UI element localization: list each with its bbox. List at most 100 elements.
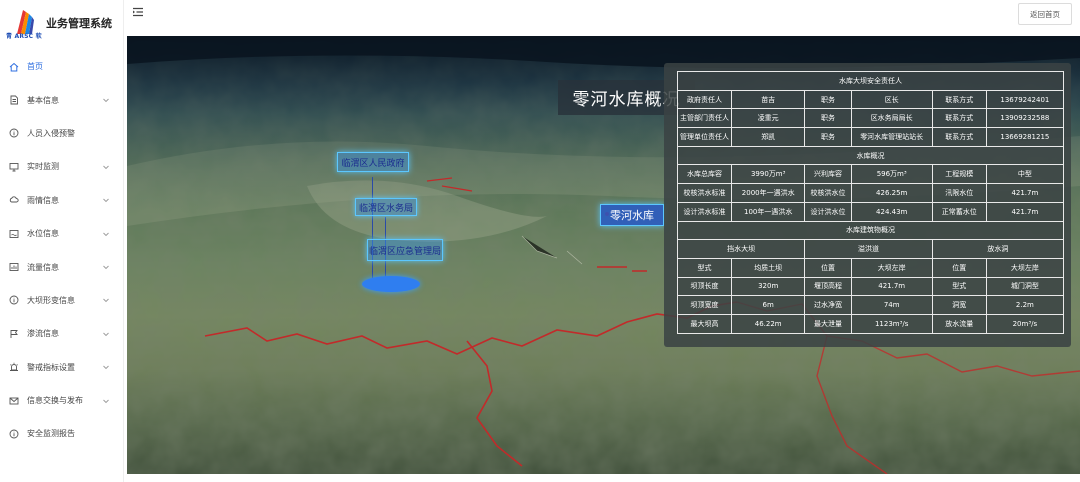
table-cell: 设计洪水位 — [804, 201, 852, 222]
table-row: 管理单位责任人 郑凯 职务 零河水库管理站站长 联系方式 13669281215 — [676, 127, 1065, 147]
map-label-reservoir[interactable]: 零河水库 — [600, 204, 664, 226]
table-cell: 426.25m — [850, 183, 933, 203]
sidebar-item-rain-info[interactable]: 雨情信息 — [0, 184, 124, 217]
table-cell: 型式 — [931, 276, 987, 297]
cloud-icon — [8, 194, 20, 206]
chevron-down-icon — [103, 299, 109, 303]
table-cell: 74m — [850, 295, 933, 315]
top-bar: 返回首页 — [124, 0, 1080, 34]
table-cell: 2.2m — [985, 295, 1065, 315]
sidebar-item-alarm-settings[interactable]: 警戒指标设置 — [0, 351, 124, 384]
sidebar-item-label: 水位信息 — [27, 229, 59, 239]
table-cell: 421.7m — [850, 276, 933, 297]
mail-icon — [8, 395, 20, 407]
table-cell: 大坝左岸 — [850, 257, 933, 278]
chevron-down-icon — [103, 165, 109, 169]
sidebar-item-seepage-info[interactable]: 渗流信息 — [0, 317, 124, 350]
sidebar-item-label: 首页 — [27, 62, 43, 72]
sidebar-item-dam-deformation[interactable]: 大坝形变信息 — [0, 284, 124, 317]
map-view[interactable]: 零河水库概况 临渭区人民政府 临渭区水务局 临渭区应急管理局 零河水库 水库大坝… — [127, 36, 1080, 474]
sidebar-item-label: 流量信息 — [27, 262, 59, 272]
monitor-icon — [8, 161, 20, 173]
table-cell: 20m³/s — [985, 313, 1065, 334]
flag-icon — [8, 328, 20, 340]
chevron-down-icon — [103, 332, 109, 336]
sidebar-item-label: 基本信息 — [27, 95, 59, 105]
table-group-header: 放水洞 — [931, 239, 1065, 259]
back-home-button[interactable]: 返回首页 — [1018, 3, 1072, 25]
chevron-down-icon — [103, 399, 109, 403]
table-cell: 46.22m — [731, 313, 806, 334]
map-bottom-margin — [127, 474, 1080, 482]
table-cell: 13909232588 — [985, 108, 1065, 129]
section-title: 水库大坝安全责任人 — [677, 71, 1064, 91]
table-row: 主管部门责任人 凌重元 职务 区水务局局长 联系方式 13909232588 — [676, 108, 1065, 129]
map-label-gov[interactable]: 临渭区人民政府 — [337, 152, 409, 172]
table-cell: 设计洪水标准 — [676, 201, 733, 222]
map-label-flood-office[interactable]: 临渭区应急管理局 — [367, 239, 443, 261]
reservoir-info-panel: 水库大坝安全责任人 政府责任人 苗吉 职务 区长 联系方式 1367924240… — [664, 63, 1071, 347]
sidebar-menu: 首页 基本信息 人员入侵预警 实时监测 雨情信息 水位信息 流量信息 大坝形变信… — [0, 50, 124, 451]
chevron-down-icon — [103, 365, 109, 370]
document-icon — [8, 94, 20, 106]
sidebar-item-label: 雨情信息 — [27, 195, 59, 205]
menu-fold-icon[interactable] — [132, 7, 144, 17]
table-group-header: 溢洪道 — [804, 239, 933, 259]
table-cell: 最大坝高 — [676, 313, 733, 334]
table-cell: 100年一遇洪水 — [731, 201, 806, 222]
sidebar-item-safety-report[interactable]: 安全监测报告 — [0, 417, 124, 450]
table-cell: 堰顶高程 — [804, 276, 852, 297]
table-cell: 水库总库容 — [676, 164, 733, 185]
table-cell: 主管部门责任人 — [676, 108, 733, 129]
table-cell: 中型 — [985, 164, 1065, 185]
app-title: 业务管理系统 — [46, 17, 112, 30]
table-cell: 联系方式 — [931, 108, 987, 129]
sidebar-item-intrusion-warning[interactable]: 人员入侵预警 — [0, 117, 124, 150]
table-row: 坝顶宽度 6m 过水净宽 74m 洞宽 2.2m — [676, 295, 1065, 315]
sidebar-item-water-level[interactable]: 水位信息 — [0, 217, 124, 250]
sidebar-item-label: 渗流信息 — [27, 329, 59, 339]
sidebar-item-info-exchange[interactable]: 信息交换与发布 — [0, 384, 124, 417]
table-cell: 2000年一遇洪水 — [731, 183, 806, 203]
sidebar-item-basic-info[interactable]: 基本信息 — [0, 83, 124, 116]
table-cell: 联系方式 — [931, 89, 987, 110]
table-cell: 汛限水位 — [931, 183, 987, 203]
table-cell: 1123m³/s — [850, 313, 933, 334]
info-circle-icon — [8, 428, 20, 440]
sidebar: 青 ARSC 软 业务管理系统 首页 基本信息 人员入侵预警 实时监测 雨情信息… — [0, 0, 124, 482]
table-cell: 过水净宽 — [804, 295, 852, 315]
chart-icon — [8, 261, 20, 273]
map-label-water-bureau[interactable]: 临渭区水务局 — [355, 198, 417, 216]
chevron-down-icon — [103, 232, 109, 236]
table-row: 设计洪水标准 100年一遇洪水 设计洪水位 424.43m 正常蓄水位 421.… — [676, 201, 1065, 222]
table-cell: 联系方式 — [931, 127, 987, 147]
alarm-icon — [8, 361, 20, 373]
table-cell: 位置 — [804, 257, 852, 278]
sidebar-item-label: 信息交换与发布 — [27, 396, 83, 406]
table-cell: 兴利库容 — [804, 164, 852, 185]
sidebar-item-flow-info[interactable]: 流量信息 — [0, 250, 124, 283]
section-title: 水库概况 — [677, 145, 1064, 166]
table-cell: 均质土坝 — [731, 257, 806, 278]
table-cell: 职务 — [804, 89, 852, 110]
table-row: 最大坝高 46.22m 最大泄量 1123m³/s 放水流量 20m³/s — [676, 313, 1065, 334]
table-cell: 区长 — [850, 89, 933, 110]
table-cell: 管理单位责任人 — [676, 127, 733, 147]
label-pin-line — [372, 177, 373, 287]
info-circle-icon — [8, 127, 20, 139]
table-cell: 大坝左岸 — [985, 257, 1065, 278]
table-cell: 坝顶宽度 — [676, 295, 733, 315]
sidebar-item-home[interactable]: 首页 — [0, 50, 124, 83]
sidebar-item-label: 安全监测报告 — [27, 429, 75, 439]
table-cell: 政府责任人 — [676, 89, 733, 110]
table-cell: 320m — [731, 276, 806, 297]
sidebar-item-realtime-monitor[interactable]: 实时监测 — [0, 150, 124, 183]
chevron-down-icon — [103, 198, 109, 203]
reservoir-marker[interactable] — [362, 276, 420, 292]
table-cell: 正常蓄水位 — [931, 201, 987, 222]
table-row: 挡水大坝 溢洪道 放水洞 — [676, 239, 1065, 259]
table-cell: 6m — [731, 295, 806, 315]
table-cell: 最大泄量 — [804, 313, 852, 334]
logo-text: 青 ARSC 软 — [6, 33, 42, 40]
chevron-down-icon — [103, 98, 109, 103]
